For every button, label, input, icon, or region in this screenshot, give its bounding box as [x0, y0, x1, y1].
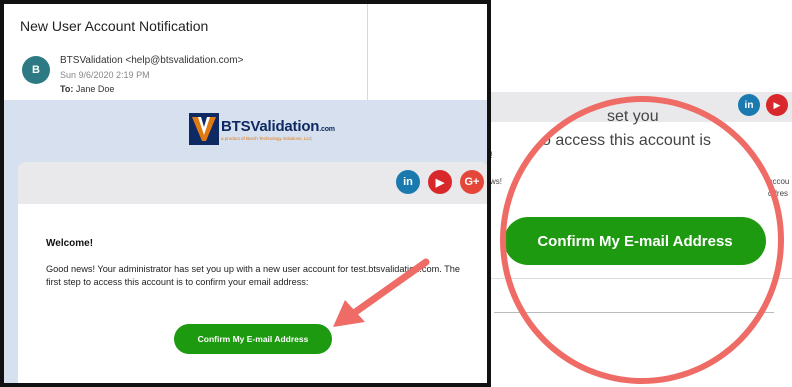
- email-window: New User Account Notification B BTSValid…: [0, 0, 491, 387]
- sender-avatar[interactable]: B: [22, 56, 50, 84]
- welcome-heading: Welcome!: [46, 238, 94, 249]
- zoom-text-right-fragment-1: accou: [768, 177, 790, 186]
- message-body: Good news! Your administrator has set yo…: [46, 264, 461, 287]
- logo-mark-icon: [189, 113, 219, 145]
- email-header: New User Account Notification B BTSValid…: [4, 4, 487, 100]
- email-subject: New User Account Notification: [20, 18, 209, 34]
- logo-name: BTSValidation: [221, 117, 320, 135]
- youtube-icon[interactable]: ▶: [766, 94, 788, 116]
- zoom-divider: [494, 312, 774, 313]
- header-divider: [367, 4, 368, 100]
- zoom-text-right-fragment-2: ddres: [768, 189, 789, 198]
- btsvalidation-logo[interactable]: BTSValidation.com a product of Burch Tec…: [189, 113, 335, 145]
- message-card: in ▶ G+ Welcome! Good news! Your adminis…: [18, 162, 488, 385]
- zoom-text-line2: o access this account is: [542, 132, 711, 149]
- zoom-confirm-email-button[interactable]: Confirm My E-mail Address: [504, 217, 766, 265]
- zoom-text-line1: set you: [607, 108, 659, 125]
- linkedin-icon[interactable]: in: [738, 94, 760, 116]
- youtube-icon[interactable]: ▶: [428, 170, 452, 194]
- to-label: To:: [60, 84, 74, 94]
- zoom-divider-top: [480, 278, 792, 279]
- card-divider: [18, 384, 488, 385]
- to-value[interactable]: Jane Doe: [76, 84, 115, 94]
- email-date: Sun 9/6/2020 2:19 PM: [60, 70, 150, 80]
- sender-name[interactable]: BTSValidation <help@btsvalidation.com>: [60, 55, 243, 66]
- linkedin-icon[interactable]: in: [396, 170, 420, 194]
- email-recipient: To: Jane Doe: [60, 84, 114, 94]
- google-plus-icon[interactable]: G+: [460, 170, 484, 194]
- email-body: BTSValidation.com a product of Burch Tec…: [4, 100, 488, 385]
- confirm-email-button[interactable]: Confirm My E-mail Address: [174, 324, 332, 354]
- logo-domain: .com: [319, 125, 335, 133]
- social-bar: in ▶ G+: [18, 162, 487, 204]
- logo-tagline: a product of Burch Technology Solutions,…: [221, 135, 313, 141]
- zoomed-email-view: in ▶ set you o access this account is ! …: [480, 92, 792, 387]
- zoom-text-left-fragment: ws!: [490, 177, 502, 186]
